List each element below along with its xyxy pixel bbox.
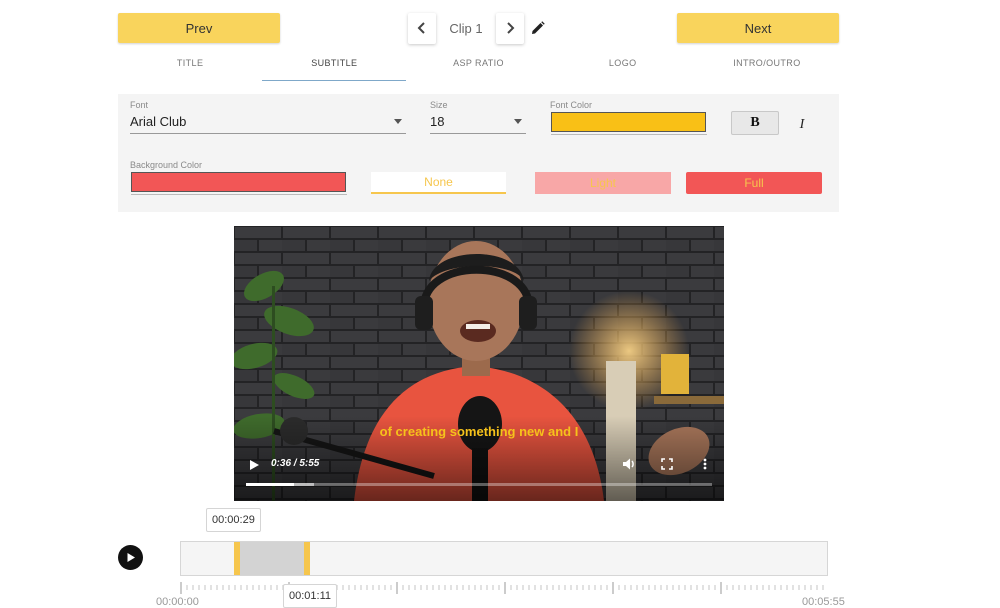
pencil-icon xyxy=(532,21,545,34)
timeline-start-time: 00:00:00 xyxy=(156,596,199,608)
play-icon xyxy=(250,460,259,470)
font-value: Arial Club xyxy=(130,114,187,129)
selected-range[interactable] xyxy=(233,542,311,575)
font-color-picker[interactable] xyxy=(551,112,706,132)
tab-logo[interactable]: LOGO xyxy=(551,52,695,82)
font-select[interactable]: Arial Club xyxy=(130,110,406,134)
tab-subtitle[interactable]: SUBTITLE xyxy=(262,52,407,82)
volume-icon xyxy=(623,458,634,470)
bg-full-button[interactable]: Full xyxy=(686,172,822,194)
timeline-ruler xyxy=(180,582,824,594)
clip-navigator: Clip 1 xyxy=(408,12,546,44)
font-color-label: Font Color xyxy=(550,100,593,110)
selection-start-tooltip: 00:00:29 xyxy=(206,508,261,532)
more-vertical-icon xyxy=(703,458,707,470)
subtitle-overlay: of creating something new and I xyxy=(379,424,579,439)
prev-button[interactable]: Prev xyxy=(118,13,280,43)
next-button[interactable]: Next xyxy=(677,13,839,43)
tab-title[interactable]: TITLE xyxy=(118,52,262,82)
next-clip-button[interactable] xyxy=(496,12,524,44)
fullscreen-icon xyxy=(661,458,673,470)
video-progress-bar[interactable] xyxy=(246,483,712,486)
play-icon xyxy=(127,553,135,562)
tab-intro-outro[interactable]: INTRO/OUTRO xyxy=(695,52,839,82)
background-color-label: Background Color xyxy=(130,160,203,170)
editor-tabs: TITLE SUBTITLE ASP RATIO LOGO INTRO/OUTR… xyxy=(118,52,839,82)
italic-toggle[interactable]: I xyxy=(794,116,810,134)
fullscreen-button[interactable] xyxy=(660,457,674,471)
volume-button[interactable] xyxy=(622,457,636,471)
size-value: 18 xyxy=(430,114,445,129)
more-options-button[interactable] xyxy=(698,457,712,471)
background-color-picker[interactable] xyxy=(131,172,346,192)
timeline-end-time: 00:05:55 xyxy=(802,596,845,608)
video-player[interactable]: of creating something new and I 0:36 / 5… xyxy=(234,226,724,501)
timeline-play-button[interactable] xyxy=(118,545,143,570)
progress-played xyxy=(246,483,294,486)
tab-asp-ratio[interactable]: ASP RATIO xyxy=(406,52,550,82)
edit-clip-button[interactable] xyxy=(530,20,546,36)
size-select[interactable]: 18 xyxy=(430,110,526,134)
video-time-display: 0:36 / 5:55 xyxy=(271,458,320,469)
divider xyxy=(131,194,347,195)
bg-light-button[interactable]: Light xyxy=(535,172,671,194)
bg-none-button[interactable]: None xyxy=(371,172,506,194)
chevron-left-icon xyxy=(417,22,425,34)
chevron-down-icon xyxy=(514,119,522,124)
clip-timeline[interactable] xyxy=(180,541,828,576)
range-end-handle[interactable] xyxy=(304,542,311,575)
font-label: Font xyxy=(130,100,149,110)
selection-end-tooltip: 00:01:11 xyxy=(283,584,338,608)
clip-label: Clip 1 xyxy=(449,20,483,36)
video-play-button[interactable] xyxy=(248,458,260,470)
chevron-down-icon xyxy=(394,119,402,124)
size-label: Size xyxy=(430,100,448,110)
subtitle-settings-panel: Font Arial Club Size 18 Font Color B I B… xyxy=(118,94,839,212)
bold-toggle[interactable]: B xyxy=(731,111,779,135)
range-start-handle[interactable] xyxy=(233,542,240,575)
chevron-right-icon xyxy=(507,22,515,34)
divider xyxy=(551,134,707,135)
prev-clip-button[interactable] xyxy=(408,12,436,44)
